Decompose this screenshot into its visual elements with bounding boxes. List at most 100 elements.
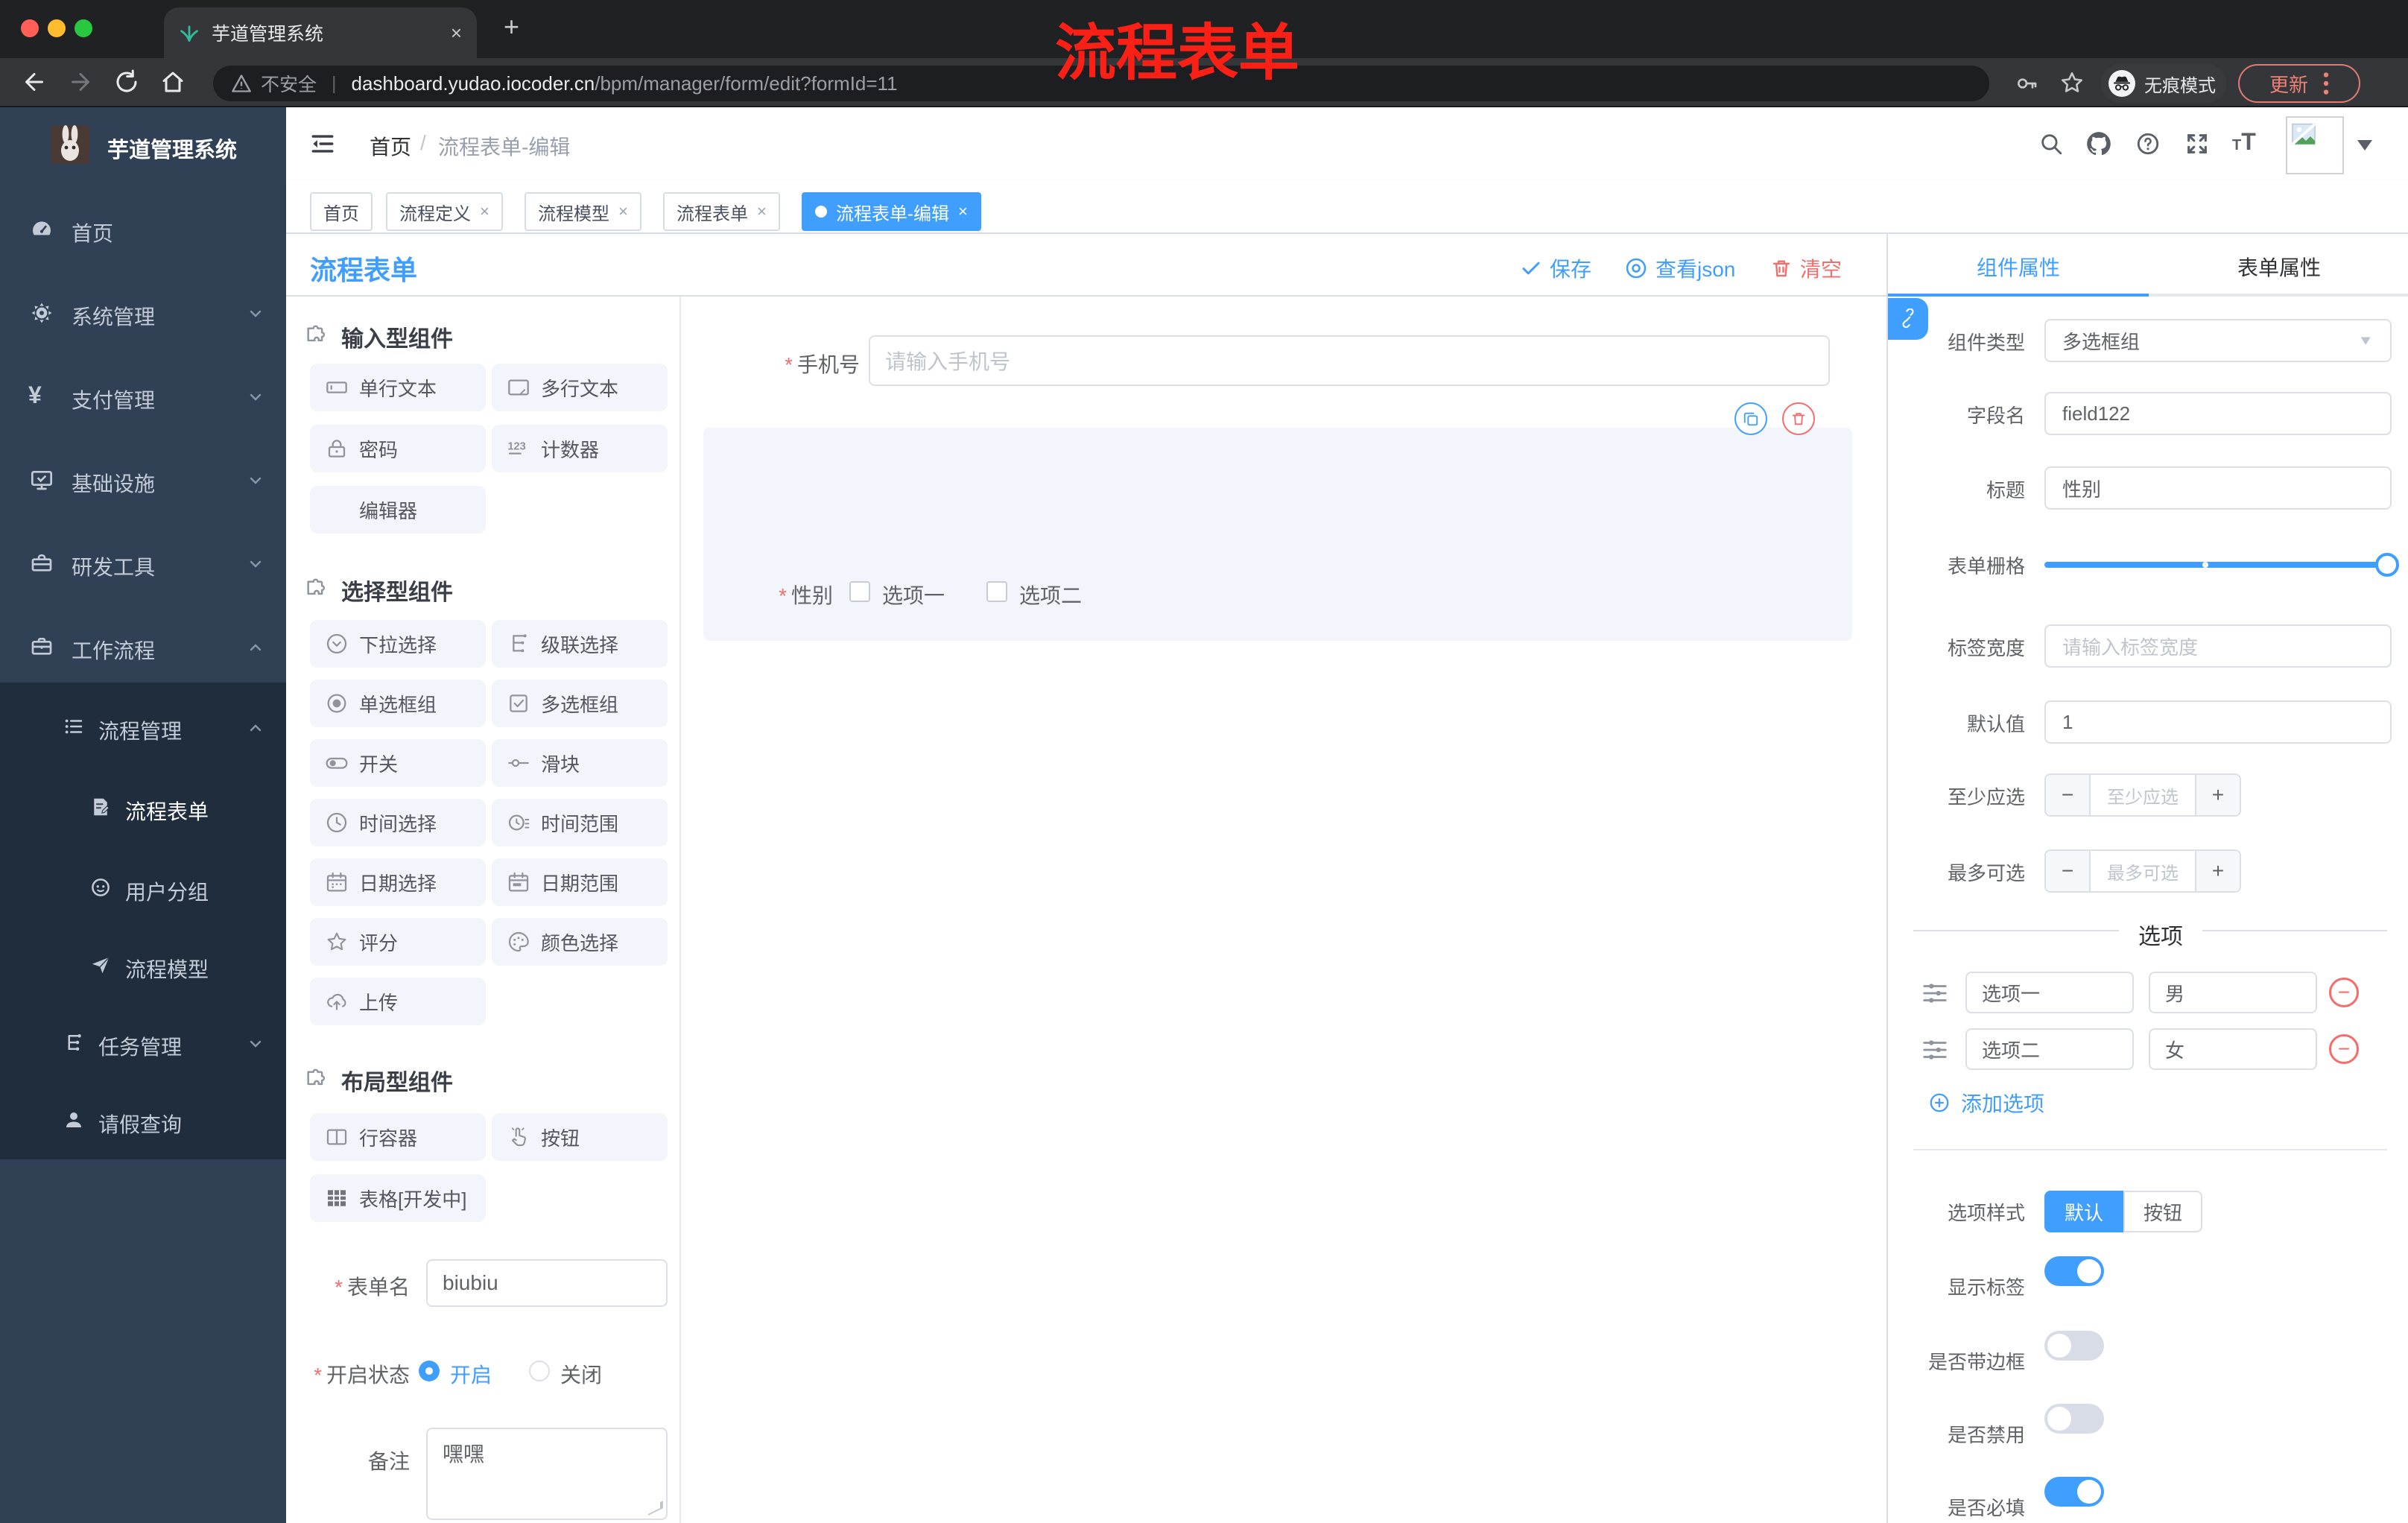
component-switch[interactable]: 开关 xyxy=(310,739,486,787)
search-icon[interactable] xyxy=(2038,131,2064,156)
component-time-picker[interactable]: 时间选择 xyxy=(310,799,486,846)
required-toggle[interactable] xyxy=(2044,1477,2104,1507)
component-editor[interactable]: 编辑器 xyxy=(310,486,486,533)
sidebar-item-payment[interactable]: ¥ 支付管理 xyxy=(0,377,286,416)
tag-close-icon[interactable]: × xyxy=(958,202,968,221)
remark-textarea[interactable]: 嘿嘿 xyxy=(426,1428,668,1520)
component-single-text[interactable]: 单行文本 xyxy=(310,364,486,411)
sidebar-item-workflow[interactable]: 工作流程 xyxy=(0,627,286,666)
sidebar-item-user-group[interactable]: 用户分组 xyxy=(0,869,286,908)
default-value-input[interactable]: 1 xyxy=(2044,700,2392,744)
github-icon[interactable] xyxy=(2085,130,2113,158)
sidebar-item-leave-query[interactable]: 请假查询 xyxy=(0,1101,286,1140)
tag-chip-process-form-edit[interactable]: 流程表单-编辑 × xyxy=(802,192,981,231)
hamburger-collapse-icon[interactable] xyxy=(310,131,335,156)
component-date-range[interactable]: 日期范围 xyxy=(492,858,668,906)
password-key-icon[interactable] xyxy=(2015,72,2038,95)
gender-checkbox-1[interactable] xyxy=(849,581,870,602)
update-menu-button[interactable]: 更新 xyxy=(2238,64,2360,103)
new-tab-button[interactable]: + xyxy=(504,13,519,40)
tag-close-icon[interactable]: × xyxy=(757,202,767,221)
not-secure-icon[interactable] xyxy=(231,73,252,94)
breadcrumb-home[interactable]: 首页 xyxy=(370,131,411,161)
component-time-range[interactable]: 时间范围 xyxy=(492,799,668,846)
sidebar-item-task-mgmt[interactable]: 任务管理 xyxy=(0,1024,286,1063)
browser-tab[interactable]: 芋道管理系统 × xyxy=(164,7,477,58)
disabled-toggle[interactable] xyxy=(2044,1404,2104,1434)
sidebar-item-process-mgmt[interactable]: 流程管理 xyxy=(0,708,286,747)
status-radio-on[interactable] xyxy=(419,1361,440,1381)
sidebar-item-devtools[interactable]: 研发工具 xyxy=(0,544,286,583)
bookmark-star-icon[interactable] xyxy=(2059,70,2085,95)
show-label-toggle[interactable] xyxy=(2044,1256,2104,1286)
option-2-label-input[interactable]: 选项二 xyxy=(1965,1028,2134,1070)
sidebar-item-process-form[interactable]: 流程表单 xyxy=(0,788,286,827)
reload-icon[interactable] xyxy=(113,69,140,95)
tag-chip-process-form[interactable]: 流程表单 × xyxy=(663,192,780,231)
style-default-button[interactable]: 默认 xyxy=(2044,1191,2123,1232)
component-button[interactable]: 按钮 xyxy=(492,1113,668,1161)
component-counter[interactable]: 123 计数器 xyxy=(492,425,668,472)
sidebar-item-infra[interactable]: 基础设施 xyxy=(0,460,286,499)
stepper-plus[interactable]: + xyxy=(2196,851,2240,891)
grid-slider[interactable] xyxy=(2044,553,2399,577)
tag-chip-process-model[interactable]: 流程模型 × xyxy=(525,192,641,231)
tab-component-props[interactable]: 组件属性 xyxy=(1888,252,2149,282)
selected-component-block[interactable]: * 性别 选项一 选项二 xyxy=(703,428,1852,641)
title-input[interactable]: 性别 xyxy=(2044,466,2392,510)
forward-icon[interactable] xyxy=(67,69,94,95)
component-color-picker[interactable]: 颜色选择 xyxy=(492,918,668,966)
traffic-zoom-button[interactable] xyxy=(75,19,92,37)
slider-handle[interactable] xyxy=(2375,553,2399,577)
option-2-value-input[interactable]: 女 xyxy=(2149,1028,2317,1070)
stepper-minus[interactable]: − xyxy=(2046,851,2089,891)
component-radio-group[interactable]: 单选框组 xyxy=(310,680,486,727)
border-toggle[interactable] xyxy=(2044,1331,2104,1361)
component-table[interactable]: 表格[开发中] xyxy=(310,1174,486,1222)
stepper-minus[interactable]: − xyxy=(2046,775,2089,815)
component-type-select[interactable]: 多选框组 ▼ xyxy=(2044,319,2392,362)
tag-chip-process-definition[interactable]: 流程定义 × xyxy=(386,192,503,231)
avatar[interactable] xyxy=(2286,116,2344,174)
component-checkbox-group[interactable]: 多选框组 xyxy=(492,680,668,727)
tab-close-icon[interactable]: × xyxy=(451,22,462,45)
option-1-value-input[interactable]: 男 xyxy=(2149,972,2317,1013)
component-cascader[interactable]: 级联选择 xyxy=(492,620,668,668)
help-icon[interactable] xyxy=(2135,131,2161,156)
stepper-plus[interactable]: + xyxy=(2196,775,2240,815)
component-multi-text[interactable]: 多行文本 xyxy=(492,364,668,411)
delete-component-button[interactable] xyxy=(1782,402,1815,435)
component-password[interactable]: 密码 xyxy=(310,425,486,472)
drag-handle-icon[interactable] xyxy=(1921,979,1949,1007)
sidebar-item-process-model[interactable]: 流程模型 xyxy=(0,946,286,985)
remove-option-2-button[interactable]: − xyxy=(2329,1034,2359,1064)
view-json-button[interactable]: 查看json xyxy=(1624,253,1735,283)
gender-option-1-label[interactable]: 选项一 xyxy=(882,580,945,609)
traffic-minimize-button[interactable] xyxy=(48,19,66,37)
drag-handle-icon[interactable] xyxy=(1921,1036,1949,1064)
component-slider[interactable]: 滑块 xyxy=(492,739,668,787)
fullscreen-icon[interactable] xyxy=(2184,131,2210,156)
remove-option-1-button[interactable]: − xyxy=(2329,978,2359,1007)
resize-handle[interactable] xyxy=(648,1501,663,1516)
min-select-stepper[interactable]: − 至少应选 + xyxy=(2044,773,2241,817)
sidebar-item-system[interactable]: 系统管理 xyxy=(0,294,286,332)
max-select-stepper[interactable]: − 最多可选 + xyxy=(2044,849,2241,893)
tag-close-icon[interactable]: × xyxy=(480,202,489,221)
component-select[interactable]: 下拉选择 xyxy=(310,620,486,668)
component-row-container[interactable]: 行容器 xyxy=(310,1113,486,1161)
component-rate[interactable]: 评分 xyxy=(310,918,486,966)
font-size-icon[interactable]: TT xyxy=(2232,128,2256,156)
home-icon[interactable] xyxy=(159,69,186,95)
phone-input[interactable]: 请输入手机号 xyxy=(869,335,1830,386)
tag-close-icon[interactable]: × xyxy=(618,202,628,221)
gender-checkbox-2[interactable] xyxy=(986,581,1007,602)
field-name-input[interactable]: field122 xyxy=(2044,392,2392,435)
style-button-button[interactable]: 按钮 xyxy=(2123,1191,2202,1232)
traffic-close-button[interactable] xyxy=(21,19,39,37)
component-date-picker[interactable]: 日期选择 xyxy=(310,858,486,906)
copy-component-button[interactable] xyxy=(1734,402,1767,435)
tag-chip-home[interactable]: 首页 xyxy=(310,192,373,231)
back-icon[interactable] xyxy=(21,69,48,95)
component-upload[interactable]: 上传 xyxy=(310,978,486,1025)
